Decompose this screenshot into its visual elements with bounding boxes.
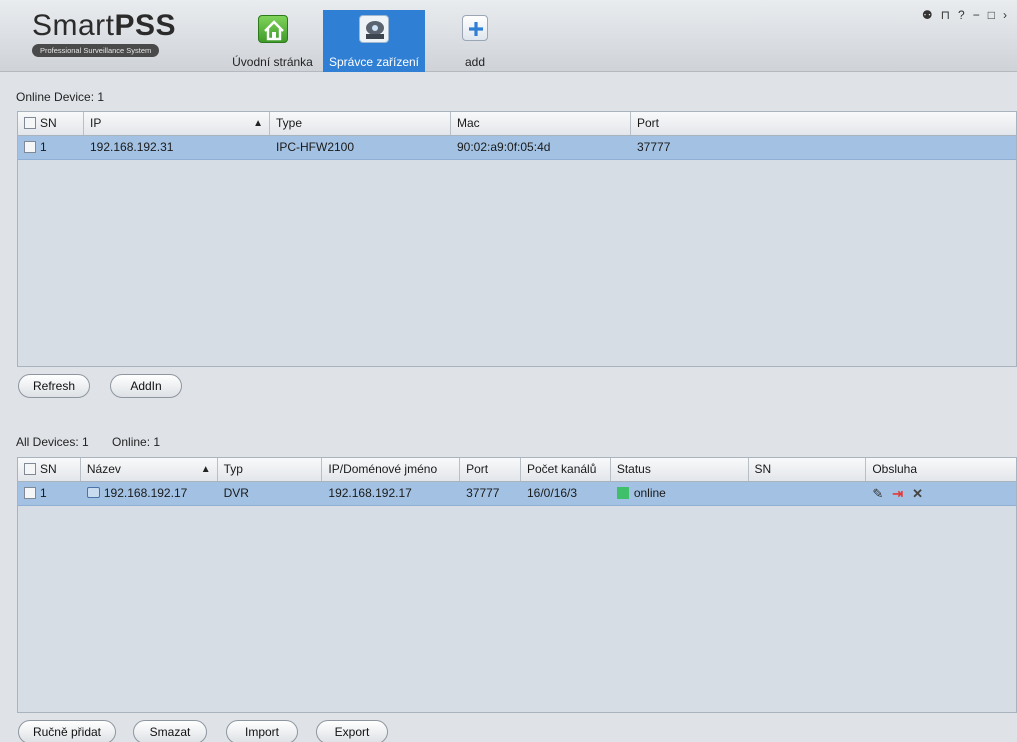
row-operations: ✎ ⇥ ✕ bbox=[866, 482, 1016, 505]
row-name: 192.168.192.17 bbox=[81, 482, 218, 505]
device-icon bbox=[86, 487, 100, 498]
home-icon bbox=[257, 15, 288, 43]
table-row[interactable]: 1 192.168.192.17 DVR 192.168.192.17 3777… bbox=[18, 482, 1016, 506]
tab-device-manager[interactable]: Správce zařízení bbox=[323, 10, 425, 72]
select-all-checkbox[interactable] bbox=[24, 463, 36, 475]
row-ip: 192.168.192.31 bbox=[90, 140, 174, 154]
column-ip-domain[interactable]: IP/Doménové jméno bbox=[322, 458, 461, 481]
column-serial[interactable]: SN bbox=[749, 458, 867, 481]
column-port[interactable]: Port bbox=[460, 458, 521, 481]
logout-icon[interactable]: ⇥ bbox=[892, 482, 903, 505]
row-checkbox[interactable] bbox=[24, 141, 36, 153]
column-type[interactable]: Type bbox=[270, 112, 451, 135]
online-status-icon bbox=[616, 487, 629, 499]
logo-title-bold: PSS bbox=[114, 9, 177, 42]
column-sn[interactable]: SN bbox=[18, 458, 81, 481]
online-device-table: SN IP ▲ Type Mac Port 1 192.168.192.31 IP… bbox=[17, 111, 1017, 367]
all-device-count: All Devices: 1 Online: 1 bbox=[16, 435, 160, 449]
close-icon[interactable]: › bbox=[1003, 8, 1015, 22]
camera-icon bbox=[359, 15, 389, 43]
row-channels: 16/0/16/3 bbox=[527, 486, 578, 500]
maximize-icon[interactable]: □ bbox=[988, 8, 1003, 22]
table-row[interactable]: 1 192.168.192.31 IPC-HFW2100 90:02:a9:0f… bbox=[18, 136, 1016, 160]
tab-add[interactable]: add bbox=[445, 10, 505, 72]
edit-icon[interactable]: ✎ bbox=[872, 482, 883, 505]
window-controls: ⚉⊓?−□› bbox=[922, 8, 1015, 22]
column-mac[interactable]: Mac bbox=[451, 112, 631, 135]
sort-up-icon: ▲ bbox=[200, 464, 211, 475]
app-logo: SmartPSS Professional Surveillance Syste… bbox=[32, 10, 207, 57]
column-port[interactable]: Port bbox=[631, 112, 1016, 135]
online-count-label: Online: 1 bbox=[112, 435, 161, 449]
select-all-checkbox[interactable] bbox=[24, 117, 36, 129]
manual-add-button[interactable]: Ručně přidat bbox=[18, 720, 116, 742]
column-sn[interactable]: SN bbox=[18, 112, 84, 135]
tab-home[interactable]: Úvodní stránka bbox=[225, 10, 320, 72]
user-icon[interactable]: ⚉ bbox=[922, 8, 941, 22]
row-port: 37777 bbox=[466, 486, 500, 500]
import-button[interactable]: Import bbox=[226, 720, 298, 742]
row-port: 37777 bbox=[637, 140, 671, 154]
refresh-button[interactable]: Refresh bbox=[18, 374, 90, 398]
all-device-table: SN Název ▲ Typ IP/Doménové jméno Port Poč… bbox=[17, 457, 1017, 713]
table-header: SN IP ▲ Type Mac Port bbox=[18, 112, 1016, 136]
delete-button[interactable]: Smazat bbox=[133, 720, 207, 742]
lock-icon[interactable]: ⊓ bbox=[941, 8, 958, 22]
logo-title-light: Smart bbox=[32, 9, 115, 42]
column-type[interactable]: Typ bbox=[218, 458, 323, 481]
all-devices-label: All Devices: 1 bbox=[16, 435, 89, 449]
column-channel-count[interactable]: Počet kanálů bbox=[521, 458, 611, 481]
tab-home-label: Úvodní stránka bbox=[232, 55, 313, 69]
row-serial bbox=[749, 482, 867, 505]
row-status: online bbox=[611, 482, 749, 505]
online-device-count: Online Device: 1 bbox=[16, 90, 105, 104]
row-mac: 90:02:a9:0f:05:4d bbox=[457, 140, 551, 154]
addin-button[interactable]: AddIn bbox=[110, 374, 182, 398]
row-type: IPC-HFW2100 bbox=[276, 140, 355, 154]
column-name[interactable]: Název ▲ bbox=[81, 458, 218, 481]
row-type: DVR bbox=[223, 486, 249, 500]
column-ip[interactable]: IP ▲ bbox=[84, 112, 270, 135]
tab-add-label: add bbox=[464, 55, 486, 69]
logo-subtitle: Professional Surveillance System bbox=[32, 44, 160, 57]
row-checkbox[interactable] bbox=[24, 487, 36, 499]
row-ip: 192.168.192.17 bbox=[328, 486, 412, 500]
column-operation[interactable]: Obsluha bbox=[866, 458, 1016, 481]
column-status[interactable]: Status bbox=[611, 458, 749, 481]
export-button[interactable]: Export bbox=[316, 720, 388, 742]
tab-device-manager-label: Správce zařízení bbox=[328, 55, 420, 69]
help-icon[interactable]: ? bbox=[958, 8, 973, 22]
top-bar: SmartPSS Professional Surveillance Syste… bbox=[0, 0, 1017, 72]
sort-up-icon: ▲ bbox=[253, 118, 263, 129]
table-header: SN Název ▲ Typ IP/Doménové jméno Port Poč… bbox=[18, 458, 1016, 482]
delete-icon[interactable]: ✕ bbox=[912, 482, 923, 505]
plus-icon bbox=[462, 15, 488, 41]
minimize-icon[interactable]: − bbox=[973, 8, 988, 22]
